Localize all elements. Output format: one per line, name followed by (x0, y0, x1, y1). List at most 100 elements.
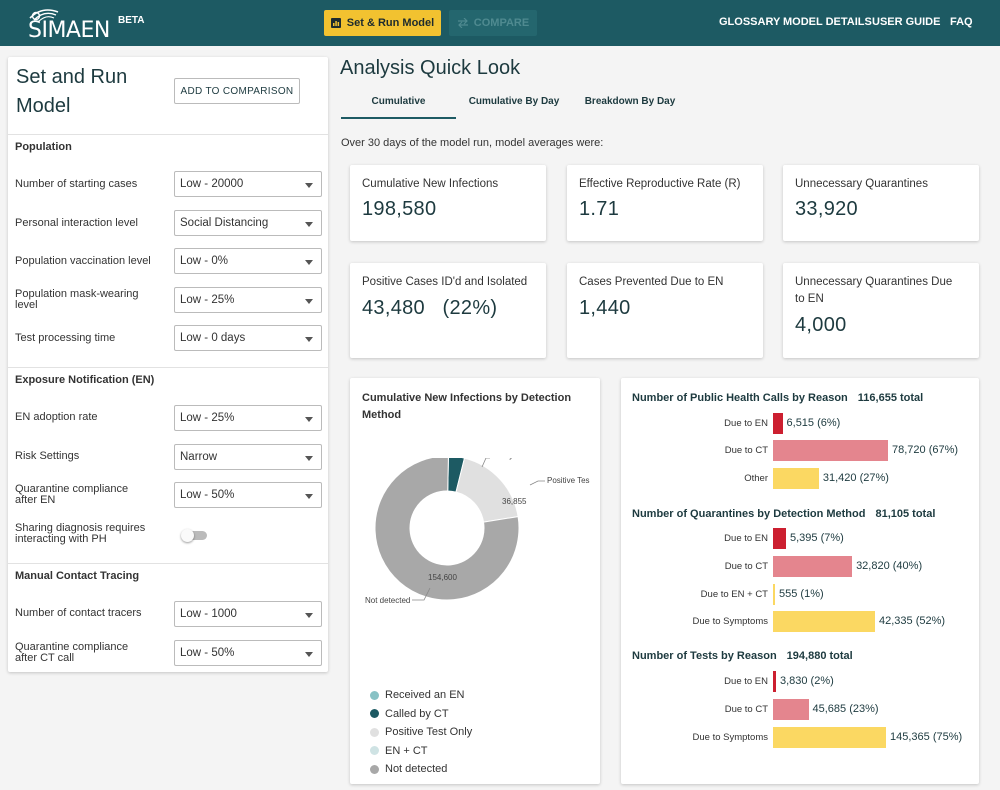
stat-label: Cumulative New Infections (362, 178, 499, 190)
bar-value-label: 5,395 (7%) (789, 532, 844, 544)
toggle-knob (181, 529, 194, 542)
donut-chart-title: Cumulative New Infections by Detection M… (362, 392, 572, 421)
stat-card-positive-cases: Positive Cases ID'd and Isolated 43,480 … (350, 263, 546, 358)
test-processing-value: Low - 0 days (180, 332, 246, 344)
legend-label: Received an EN (385, 689, 465, 701)
chevron-down-icon (305, 613, 313, 618)
starting-cases-value: Low - 20000 (180, 178, 244, 190)
chevron-down-icon (305, 417, 313, 422)
chevron-down-icon (305, 456, 313, 461)
interaction-level-select[interactable]: Social Distancing (174, 210, 322, 236)
bar-value-label: 6,515 (6%) (786, 417, 841, 429)
tab-breakdown-by-day[interactable]: Breakdown By Day (580, 96, 680, 107)
bar[interactable] (773, 468, 819, 489)
stat-label: Effective Reproductive Rate (R) (579, 178, 741, 190)
legend-swatch (370, 709, 379, 718)
contact-tracers-value: Low - 1000 (180, 608, 237, 620)
compare-button[interactable]: COMPARE (449, 10, 537, 36)
legend-item[interactable]: Not detected (370, 763, 447, 775)
starting-cases-select[interactable]: Low - 20000 (174, 171, 322, 197)
quarantine-en-value: Low - 50% (180, 489, 235, 501)
stat-card-new-infections: Cumulative New Infections 198,580 (350, 165, 546, 241)
callout-line (529, 480, 545, 486)
tab-cumulative[interactable]: Cumulative (341, 96, 456, 107)
stat-card-cases-prevented: Cases Prevented Due to EN 1,440 (567, 263, 763, 358)
nav-faq[interactable]: FAQ (950, 16, 973, 28)
legend-label: Positive Test Only (385, 726, 473, 738)
contact-tracers-label: Number of contact tracers (15, 607, 142, 619)
chevron-down-icon (305, 494, 313, 499)
bar-chart-title: Number of Quarantines by Detection Metho… (632, 508, 935, 520)
legend-swatch (370, 746, 379, 755)
bar-category-label: Due to EN (724, 676, 768, 687)
bar[interactable] (773, 671, 776, 692)
stat-value: 1.71 (579, 198, 620, 220)
bar-chart-total: 194,880 total (786, 650, 853, 662)
sharing-diagnosis-label: Sharing diagnosis requires interacting w… (15, 522, 146, 545)
legend-item[interactable]: Called by CT (370, 708, 449, 720)
nav-user-guide[interactable]: USER GUIDE (872, 16, 940, 28)
chevron-down-icon (305, 222, 313, 227)
risk-settings-select[interactable]: Narrow (174, 444, 322, 470)
bar-chart-total: 116,655 total (857, 392, 924, 404)
risk-settings-label: Risk Settings (15, 450, 80, 462)
stat-card-unnecessary-quarantines: Unnecessary Quarantines 33,920 (783, 165, 979, 241)
summary-subtitle: Over 30 days of the model run, model ave… (341, 137, 604, 149)
bar-category-label: Due to Symptoms (692, 732, 769, 743)
stat-card-reproductive-rate: Effective Reproductive Rate (R) 1.71 (567, 165, 763, 241)
nav-model-details[interactable]: MODEL DETAILS (783, 16, 872, 28)
slice-value-not-detected: 154,600 (428, 573, 457, 582)
sharing-diagnosis-toggle[interactable] (181, 529, 208, 542)
compare-label: COMPARE (473, 17, 530, 29)
legend-item[interactable]: Received an EN (370, 689, 465, 701)
en-heading: Exposure Notification (EN) (15, 374, 155, 386)
mask-wearing-select[interactable]: Low - 25% (174, 287, 322, 313)
bar-charts-card: Number of Public Health Calls by Reason 1… (621, 378, 979, 784)
bar[interactable] (773, 556, 853, 577)
bar-category-label: Due to CT (724, 704, 768, 715)
panel-title: Set and Run Model (16, 66, 128, 117)
bar-chart-title-text: Number of Public Health Calls by Reason (632, 392, 848, 404)
legend-item[interactable]: EN + CT (370, 745, 427, 757)
bar[interactable] (773, 528, 786, 549)
legend-label: Not detected (385, 763, 448, 775)
bar[interactable] (773, 611, 875, 632)
tab-cumulative-by-day[interactable]: Cumulative By Day (466, 96, 562, 107)
contact-tracers-select[interactable]: Low - 1000 (174, 601, 322, 627)
bar-value-label: 3,830 (2%) (779, 675, 834, 687)
bar-chart-title: Number of Public Health Calls by Reason 1… (632, 392, 923, 404)
quarantine-ct-select[interactable]: Low - 50% (174, 640, 322, 666)
nav-glossary[interactable]: GLOSSARY (719, 16, 780, 28)
test-processing-select[interactable]: Low - 0 days (174, 325, 322, 351)
bar[interactable] (773, 440, 888, 461)
legend-label: EN + CT (385, 744, 428, 757)
set-run-model-button[interactable]: Set & Run Model (324, 10, 441, 36)
legend-swatch (370, 764, 379, 774)
risk-settings-value: Narrow (180, 451, 218, 463)
stat-card-unnecessary-quarantines-en: Unnecessary Quarantines Due to EN 4,000 (783, 263, 979, 358)
chevron-down-icon (305, 183, 313, 188)
bar-value-label: 145,365 (75%) (890, 731, 963, 743)
interaction-level-value: Social Distancing (180, 217, 269, 229)
quarantine-en-select[interactable]: Low - 50% (174, 482, 322, 508)
bar-category-label: Other (744, 473, 768, 484)
bar-category-label: Due to EN + CT (700, 589, 768, 600)
en-adoption-select[interactable]: Low - 25% (174, 405, 322, 431)
add-to-comparison-button[interactable]: ADD TO COMPARISON (174, 78, 300, 104)
bar[interactable] (773, 413, 783, 434)
bar[interactable] (773, 727, 886, 748)
bar[interactable] (773, 699, 809, 720)
legend-item[interactable]: Positive Test Only (370, 726, 472, 738)
bar-chart-icon (330, 18, 341, 28)
stat-label: Unnecessary Quarantines Due to EN (795, 276, 953, 305)
vaccination-level-select[interactable]: Low - 0% (174, 248, 322, 274)
stat-value: 4,000 (795, 314, 847, 336)
donut-slice-positive-test-only[interactable] (455, 458, 519, 523)
bar-chart-title: Number of Tests by Reason 194,880 total (632, 650, 853, 662)
test-processing-label: Test processing time (15, 332, 116, 344)
legend-label: Called by CT (385, 707, 449, 720)
compare-arrows-icon (457, 18, 468, 28)
bar[interactable] (773, 584, 775, 605)
stat-value: 198,580 (362, 198, 437, 220)
slice-value-positive-test: 36,855 (502, 497, 527, 506)
